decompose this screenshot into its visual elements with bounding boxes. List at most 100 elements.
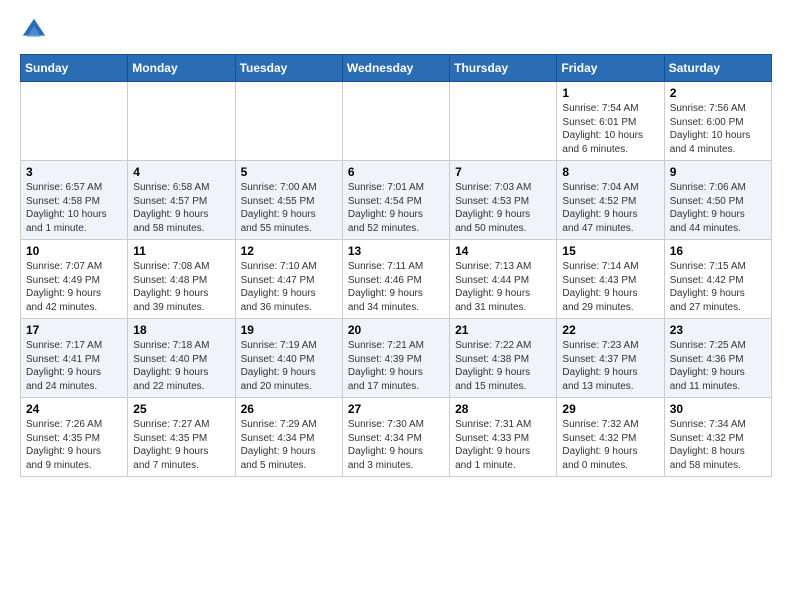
calendar-cell	[342, 82, 449, 161]
calendar-cell: 28 Sunrise: 7:31 AM Sunset: 4:33 PM Dayli…	[450, 398, 557, 477]
calendar-cell: 7 Sunrise: 7:03 AM Sunset: 4:53 PM Daylig…	[450, 161, 557, 240]
day-number: 11	[133, 244, 229, 258]
calendar-week-row: 3 Sunrise: 6:57 AM Sunset: 4:58 PM Daylig…	[21, 161, 772, 240]
weekday-header-cell: Sunday	[21, 55, 128, 82]
weekday-header-cell: Thursday	[450, 55, 557, 82]
day-number: 17	[26, 323, 122, 337]
day-number: 10	[26, 244, 122, 258]
day-number: 14	[455, 244, 551, 258]
calendar-cell: 11 Sunrise: 7:08 AM Sunset: 4:48 PM Dayli…	[128, 240, 235, 319]
day-number: 20	[348, 323, 444, 337]
day-number: 9	[670, 165, 766, 179]
calendar-cell	[21, 82, 128, 161]
calendar-cell	[235, 82, 342, 161]
day-number: 30	[670, 402, 766, 416]
day-number: 4	[133, 165, 229, 179]
calendar-cell: 14 Sunrise: 7:13 AM Sunset: 4:44 PM Dayli…	[450, 240, 557, 319]
calendar-cell: 18 Sunrise: 7:18 AM Sunset: 4:40 PM Dayli…	[128, 319, 235, 398]
day-info: Sunrise: 7:03 AM Sunset: 4:53 PM Dayligh…	[455, 181, 551, 235]
day-number: 6	[348, 165, 444, 179]
day-info: Sunrise: 7:23 AM Sunset: 4:37 PM Dayligh…	[562, 339, 658, 393]
day-info: Sunrise: 7:08 AM Sunset: 4:48 PM Dayligh…	[133, 260, 229, 314]
calendar-cell: 2Sunrise: 7:56 AM Sunset: 6:00 PM Daylig…	[664, 82, 771, 161]
calendar-cell	[128, 82, 235, 161]
day-info: Sunrise: 7:32 AM Sunset: 4:32 PM Dayligh…	[562, 418, 658, 472]
day-number: 5	[241, 165, 337, 179]
calendar-cell: 8 Sunrise: 7:04 AM Sunset: 4:52 PM Daylig…	[557, 161, 664, 240]
day-number: 8	[562, 165, 658, 179]
calendar-cell: 26Sunrise: 7:29 AM Sunset: 4:34 PM Dayli…	[235, 398, 342, 477]
day-info: Sunrise: 7:30 AM Sunset: 4:34 PM Dayligh…	[348, 418, 444, 472]
calendar-week-row: 10 Sunrise: 7:07 AM Sunset: 4:49 PM Dayli…	[21, 240, 772, 319]
calendar-cell: 29Sunrise: 7:32 AM Sunset: 4:32 PM Dayli…	[557, 398, 664, 477]
day-number: 28	[455, 402, 551, 416]
day-info: Sunrise: 7:31 AM Sunset: 4:33 PM Dayligh…	[455, 418, 551, 472]
day-info: Sunrise: 7:00 AM Sunset: 4:55 PM Dayligh…	[241, 181, 337, 235]
day-number: 12	[241, 244, 337, 258]
day-info: Sunrise: 7:04 AM Sunset: 4:52 PM Dayligh…	[562, 181, 658, 235]
day-number: 21	[455, 323, 551, 337]
day-info: Sunrise: 7:56 AM Sunset: 6:00 PM Dayligh…	[670, 102, 766, 156]
day-info: Sunrise: 6:58 AM Sunset: 4:57 PM Dayligh…	[133, 181, 229, 235]
calendar-cell: 17Sunrise: 7:17 AM Sunset: 4:41 PM Dayli…	[21, 319, 128, 398]
weekday-header-cell: Friday	[557, 55, 664, 82]
calendar-cell: 13 Sunrise: 7:11 AM Sunset: 4:46 PM Dayli…	[342, 240, 449, 319]
weekday-header-cell: Wednesday	[342, 55, 449, 82]
day-number: 19	[241, 323, 337, 337]
day-info: Sunrise: 7:18 AM Sunset: 4:40 PM Dayligh…	[133, 339, 229, 393]
day-info: Sunrise: 7:29 AM Sunset: 4:34 PM Dayligh…	[241, 418, 337, 472]
calendar-cell: 9 Sunrise: 7:06 AM Sunset: 4:50 PM Daylig…	[664, 161, 771, 240]
day-info: Sunrise: 7:25 AM Sunset: 4:36 PM Dayligh…	[670, 339, 766, 393]
day-info: Sunrise: 7:26 AM Sunset: 4:35 PM Dayligh…	[26, 418, 122, 472]
header	[20, 16, 772, 44]
calendar-cell	[450, 82, 557, 161]
calendar-cell: 27 Sunrise: 7:30 AM Sunset: 4:34 PM Dayli…	[342, 398, 449, 477]
calendar-cell: 30Sunrise: 7:34 AM Sunset: 4:32 PM Dayli…	[664, 398, 771, 477]
day-info: Sunrise: 7:10 AM Sunset: 4:47 PM Dayligh…	[241, 260, 337, 314]
day-info: Sunrise: 7:11 AM Sunset: 4:46 PM Dayligh…	[348, 260, 444, 314]
calendar-cell: 23Sunrise: 7:25 AM Sunset: 4:36 PM Dayli…	[664, 319, 771, 398]
calendar-cell: 21 Sunrise: 7:22 AM Sunset: 4:38 PM Dayli…	[450, 319, 557, 398]
calendar-cell: 19 Sunrise: 7:19 AM Sunset: 4:40 PM Dayli…	[235, 319, 342, 398]
day-number: 7	[455, 165, 551, 179]
weekday-header-row: SundayMondayTuesdayWednesdayThursdayFrid…	[21, 55, 772, 82]
day-number: 3	[26, 165, 122, 179]
calendar-week-row: 24 Sunrise: 7:26 AM Sunset: 4:35 PM Dayli…	[21, 398, 772, 477]
day-number: 1	[562, 86, 658, 100]
day-info: Sunrise: 7:07 AM Sunset: 4:49 PM Dayligh…	[26, 260, 122, 314]
calendar-cell: 3 Sunrise: 6:57 AM Sunset: 4:58 PM Daylig…	[21, 161, 128, 240]
day-info: Sunrise: 7:22 AM Sunset: 4:38 PM Dayligh…	[455, 339, 551, 393]
day-number: 27	[348, 402, 444, 416]
calendar-cell: 6Sunrise: 7:01 AM Sunset: 4:54 PM Daylig…	[342, 161, 449, 240]
day-info: Sunrise: 7:19 AM Sunset: 4:40 PM Dayligh…	[241, 339, 337, 393]
day-number: 16	[670, 244, 766, 258]
calendar-cell: 16 Sunrise: 7:15 AM Sunset: 4:42 PM Dayli…	[664, 240, 771, 319]
weekday-header-cell: Saturday	[664, 55, 771, 82]
logo	[20, 16, 52, 44]
day-info: Sunrise: 7:06 AM Sunset: 4:50 PM Dayligh…	[670, 181, 766, 235]
calendar-week-row: 17Sunrise: 7:17 AM Sunset: 4:41 PM Dayli…	[21, 319, 772, 398]
day-number: 22	[562, 323, 658, 337]
logo-icon	[20, 16, 48, 44]
calendar-week-row: 1 Sunrise: 7:54 AM Sunset: 6:01 PM Daylig…	[21, 82, 772, 161]
day-info: Sunrise: 7:54 AM Sunset: 6:01 PM Dayligh…	[562, 102, 658, 156]
calendar-cell: 24 Sunrise: 7:26 AM Sunset: 4:35 PM Dayli…	[21, 398, 128, 477]
day-number: 13	[348, 244, 444, 258]
day-number: 24	[26, 402, 122, 416]
calendar-cell: 15Sunrise: 7:14 AM Sunset: 4:43 PM Dayli…	[557, 240, 664, 319]
calendar-cell: 20 Sunrise: 7:21 AM Sunset: 4:39 PM Dayli…	[342, 319, 449, 398]
day-info: Sunrise: 7:13 AM Sunset: 4:44 PM Dayligh…	[455, 260, 551, 314]
calendar-body: 1 Sunrise: 7:54 AM Sunset: 6:01 PM Daylig…	[21, 82, 772, 477]
day-info: Sunrise: 7:14 AM Sunset: 4:43 PM Dayligh…	[562, 260, 658, 314]
calendar-cell: 12 Sunrise: 7:10 AM Sunset: 4:47 PM Dayli…	[235, 240, 342, 319]
day-info: Sunrise: 7:21 AM Sunset: 4:39 PM Dayligh…	[348, 339, 444, 393]
weekday-header-cell: Monday	[128, 55, 235, 82]
calendar-table: SundayMondayTuesdayWednesdayThursdayFrid…	[20, 54, 772, 477]
day-info: Sunrise: 6:57 AM Sunset: 4:58 PM Dayligh…	[26, 181, 122, 235]
calendar-cell: 1 Sunrise: 7:54 AM Sunset: 6:01 PM Daylig…	[557, 82, 664, 161]
calendar-cell: 5 Sunrise: 7:00 AM Sunset: 4:55 PM Daylig…	[235, 161, 342, 240]
day-info: Sunrise: 7:15 AM Sunset: 4:42 PM Dayligh…	[670, 260, 766, 314]
day-number: 18	[133, 323, 229, 337]
day-number: 25	[133, 402, 229, 416]
calendar-cell: 22 Sunrise: 7:23 AM Sunset: 4:37 PM Dayli…	[557, 319, 664, 398]
